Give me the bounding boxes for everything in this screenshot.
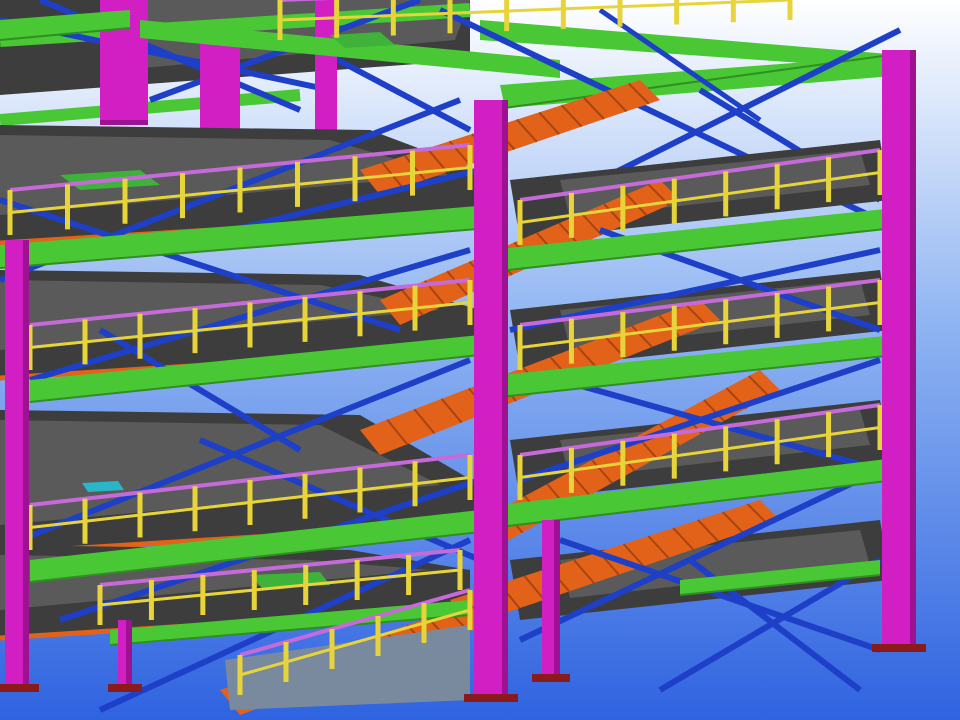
rear-column-1	[200, 40, 240, 130]
model-viewport[interactable]	[0, 0, 960, 720]
column-front-center-base-plate	[464, 694, 518, 702]
rear-column-3-base	[100, 120, 148, 125]
structure-render	[0, 0, 960, 720]
column-front-center-shade	[502, 100, 508, 700]
column-front-left-base-plate	[0, 684, 39, 692]
column-rear-center-base-plate	[532, 674, 570, 682]
column-front-left-shade	[23, 240, 29, 690]
column-front-right-shade	[910, 50, 916, 650]
column-short-left-shade	[126, 620, 132, 690]
column-front-right-base-plate	[872, 644, 926, 652]
column-rear-center-shade	[554, 520, 560, 680]
column-short-left-base-plate	[108, 684, 142, 692]
